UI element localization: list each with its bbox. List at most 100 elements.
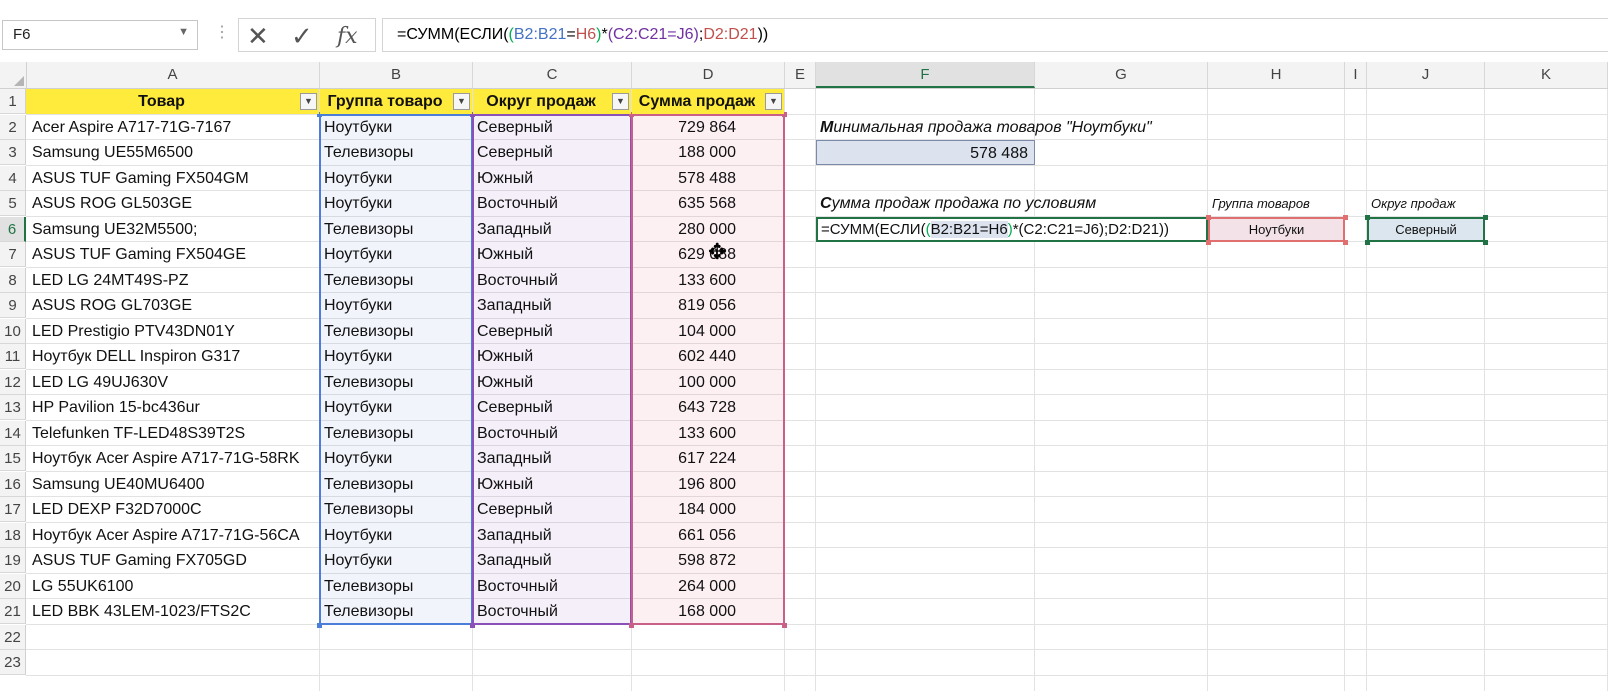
cell-sales[interactable]: 133 600 xyxy=(632,421,784,446)
cell-group[interactable]: Ноутбуки xyxy=(320,446,472,471)
active-cell-f6-formula[interactable]: =СУММ(ЕСЛИ((B2:B21=H6)*(C2:C21=J6);D2:D2… xyxy=(816,216,1208,242)
cell-sales[interactable]: 643 728 xyxy=(632,395,784,420)
column-header-b[interactable]: B xyxy=(320,62,473,88)
row-header-11[interactable]: 11 xyxy=(0,344,26,369)
row-header-16[interactable]: 16 xyxy=(0,471,26,497)
enter-check-icon[interactable]: ✓ xyxy=(291,21,313,52)
criteria-corner-handle[interactable] xyxy=(1206,214,1211,220)
cell-sales[interactable]: 617 224 xyxy=(632,446,784,471)
cell-region[interactable]: Восточный xyxy=(473,191,631,216)
criteria-corner-handle[interactable] xyxy=(1365,214,1370,220)
row-header-2[interactable]: 2 xyxy=(0,114,26,140)
cell-product[interactable]: Ноутбук DELL Inspiron G317 xyxy=(26,344,319,369)
cell-sales[interactable]: 188 000 xyxy=(632,140,784,165)
cell-group[interactable]: Ноутбуки xyxy=(320,293,472,318)
criteria-corner-handle[interactable] xyxy=(1343,214,1348,220)
cell-product[interactable]: LED LG 24MT49S-PZ xyxy=(26,268,319,293)
cell-sales[interactable]: 104 000 xyxy=(632,319,784,344)
cell-product[interactable]: Ноутбук Acer Aspire A717-71G-56CA xyxy=(26,523,319,548)
cell-sales[interactable]: 578 488 xyxy=(632,166,784,191)
cell-group[interactable]: Телевизоры xyxy=(320,268,472,293)
row-header-15[interactable]: 15 xyxy=(0,446,26,471)
row-header-5[interactable]: 5 xyxy=(0,191,26,216)
cell-sales[interactable]: 280 000 xyxy=(632,217,784,242)
cell-group[interactable]: Ноутбуки xyxy=(320,395,472,420)
cell-region[interactable]: Западный xyxy=(473,293,631,318)
cell-sales[interactable]: 264 000 xyxy=(632,574,784,599)
criteria-corner-handle[interactable] xyxy=(1343,240,1348,245)
cell-region[interactable]: Восточный xyxy=(473,268,631,293)
row-header-22[interactable]: 22 xyxy=(0,624,26,650)
filter-dropdown-icon[interactable]: ▼ xyxy=(765,93,782,110)
name-box[interactable]: F6 ▼ xyxy=(2,20,198,50)
row-header-8[interactable]: 8 xyxy=(0,267,26,293)
min-sale-value[interactable]: 578 488 xyxy=(816,140,1035,165)
row-header-1[interactable]: 1 xyxy=(0,89,26,114)
cell-group[interactable]: Телевизоры xyxy=(320,217,472,242)
cell-product[interactable]: LED LG 49UJ630V xyxy=(26,370,319,395)
cell-region[interactable]: Западный xyxy=(473,548,631,573)
row-header-4[interactable]: 4 xyxy=(0,165,26,191)
group-criteria-value[interactable]: Ноутбуки xyxy=(1208,216,1345,242)
row-header-18[interactable]: 18 xyxy=(0,522,26,548)
cell-region[interactable]: Северный xyxy=(473,497,631,522)
cell-region[interactable]: Западный xyxy=(473,523,631,548)
cell-product[interactable]: ASUS ROG GL703GE xyxy=(26,293,319,318)
cell-group[interactable]: Телевизоры xyxy=(320,370,472,395)
header-sales[interactable]: Сумма продаж xyxy=(632,89,784,114)
column-header-a[interactable]: A xyxy=(26,62,320,88)
cell-sales[interactable]: 168 000 xyxy=(632,599,784,624)
cancel-icon[interactable]: ✕ xyxy=(247,21,269,52)
row-header-6[interactable]: 6 xyxy=(0,216,26,242)
cell-region[interactable]: Западный xyxy=(473,446,631,471)
cell-product[interactable]: LG 55UK6100 xyxy=(26,574,319,599)
row-header-19[interactable]: 19 xyxy=(0,548,26,573)
filter-dropdown-icon[interactable]: ▼ xyxy=(300,93,317,110)
criteria-corner-handle[interactable] xyxy=(1483,240,1488,245)
cell-region[interactable]: Южный xyxy=(473,370,631,395)
column-header-k[interactable]: K xyxy=(1485,62,1608,88)
cell-sales[interactable]: 133 600 xyxy=(632,268,784,293)
cell-group[interactable]: Телевизоры xyxy=(320,472,472,497)
column-header-g[interactable]: G xyxy=(1035,62,1208,88)
row-header-17[interactable]: 17 xyxy=(0,497,26,522)
cell-product[interactable]: Samsung UE55M6500 xyxy=(26,140,319,165)
cell-region[interactable]: Северный xyxy=(473,115,631,140)
cell-group[interactable]: Телевизоры xyxy=(320,319,472,344)
criteria-corner-handle[interactable] xyxy=(1365,240,1370,245)
cell-product[interactable]: LED Prestigio PTV43DN01Y xyxy=(26,319,319,344)
row-header-12[interactable]: 12 xyxy=(0,369,26,395)
cell-product[interactable]: LED BBK 43LEM-1023/FTS2C xyxy=(26,599,319,624)
filter-dropdown-icon[interactable]: ▼ xyxy=(612,93,629,110)
cell-product[interactable]: Samsung UE40MU6400 xyxy=(26,472,319,497)
row-header-21[interactable]: 21 xyxy=(0,599,26,624)
region-criteria-value[interactable]: Северный xyxy=(1367,216,1485,242)
cell-group[interactable]: Ноутбуки xyxy=(320,191,472,216)
cell-group[interactable]: Телевизоры xyxy=(320,574,472,599)
row-header-20[interactable]: 20 xyxy=(0,573,26,599)
row-header-14[interactable]: 14 xyxy=(0,420,26,446)
column-header-j[interactable]: J xyxy=(1367,62,1485,88)
cell-group[interactable]: Телевизоры xyxy=(320,140,472,165)
cell-sales[interactable]: 729 864 xyxy=(632,115,784,140)
cell-region[interactable]: Восточный xyxy=(473,599,631,624)
cell-product[interactable]: ASUS ROG GL503GE xyxy=(26,191,319,216)
cell-sales[interactable]: 661 056 xyxy=(632,523,784,548)
cell-region[interactable]: Южный xyxy=(473,344,631,369)
row-header-7[interactable]: 7 xyxy=(0,242,26,267)
formula-input[interactable]: =СУММ(ЕСЛИ((B2:B21=H6)*(C2:C21=J6);D2:D2… xyxy=(382,18,1608,52)
cell-product[interactable]: Ноутбук Acer Aspire A717-71G-58RK xyxy=(26,446,319,471)
header-region[interactable]: Округ продаж xyxy=(473,89,631,114)
column-header-i[interactable]: I xyxy=(1345,62,1367,88)
cell-sales[interactable]: 819 056 xyxy=(632,293,784,318)
select-all-corner[interactable] xyxy=(0,62,27,88)
cell-region[interactable]: Северный xyxy=(473,395,631,420)
cell-sales[interactable]: 635 568 xyxy=(632,191,784,216)
cell-product[interactable]: ASUS TUF Gaming FX504GM xyxy=(26,166,319,191)
insert-function-icon[interactable]: fx xyxy=(337,24,358,49)
column-header-f[interactable]: F xyxy=(816,62,1035,88)
cell-region[interactable]: Северный xyxy=(473,140,631,165)
header-product[interactable]: Товар xyxy=(26,89,319,114)
criteria-corner-handle[interactable] xyxy=(1206,240,1211,245)
cell-sales[interactable]: 196 800 xyxy=(632,472,784,497)
